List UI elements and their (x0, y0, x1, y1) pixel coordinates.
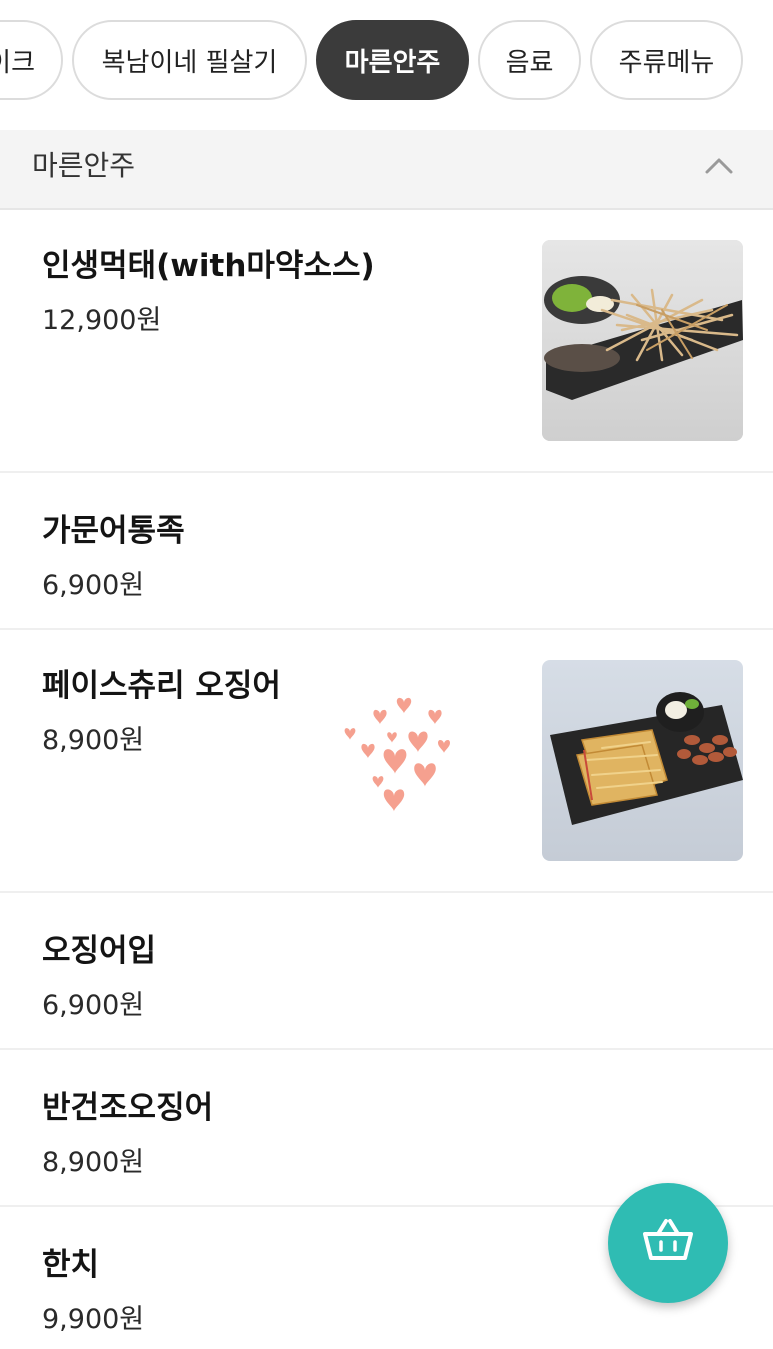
menu-item-name: 반건조오징어 (42, 1090, 214, 1126)
tab-label: 음료 (505, 47, 554, 78)
section-header[interactable]: 마른안주 (0, 130, 773, 210)
menu-item-image (542, 660, 743, 861)
tab-category-3[interactable]: 음료 (478, 20, 581, 100)
menu-item-name: 한치 (42, 1247, 100, 1283)
menu-item[interactable]: 가문어통족 6,900원 (0, 473, 773, 630)
menu-item[interactable]: 인생먹태(with마약소스) 12,900원 (0, 210, 773, 473)
category-tabs: 이크 복남이네 필살기 마른안주 음료 주류메뉴 (0, 0, 773, 120)
tab-label: 복남이네 필살기 (101, 47, 278, 78)
menu-item[interactable]: 오징어입 6,900원 (0, 893, 773, 1050)
chevron-up-icon[interactable] (701, 148, 737, 184)
menu-item-name: 오징어입 (42, 933, 157, 969)
hearts-icon (340, 695, 455, 820)
menu-item-price: 6,900원 (42, 570, 145, 601)
tab-category-0[interactable]: 이크 (0, 20, 63, 100)
basket-icon (641, 1214, 695, 1272)
menu-item-price: 6,900원 (42, 990, 145, 1021)
section-title: 마른안주 (32, 149, 136, 182)
tab-label: 주류메뉴 (618, 47, 715, 78)
menu-item-name: 인생먹태(with마약소스) (42, 248, 375, 284)
tab-label: 이크 (0, 47, 35, 78)
menu-item-price: 12,900원 (42, 305, 162, 336)
tab-label: 마른안주 (344, 47, 441, 78)
menu-item-image (542, 240, 743, 441)
menu-item-name: 가문어통족 (42, 513, 185, 549)
menu-item-name: 페이스츄리 오징어 (42, 668, 281, 704)
tab-category-4[interactable]: 주류메뉴 (590, 20, 743, 100)
menu-item-price: 8,900원 (42, 725, 145, 756)
tab-category-2-active[interactable]: 마른안주 (316, 20, 469, 100)
cart-button[interactable] (608, 1183, 728, 1303)
menu-item-price: 9,900원 (42, 1304, 145, 1335)
menu-item-price: 8,900원 (42, 1147, 145, 1178)
tab-category-1[interactable]: 복남이네 필살기 (72, 20, 307, 100)
